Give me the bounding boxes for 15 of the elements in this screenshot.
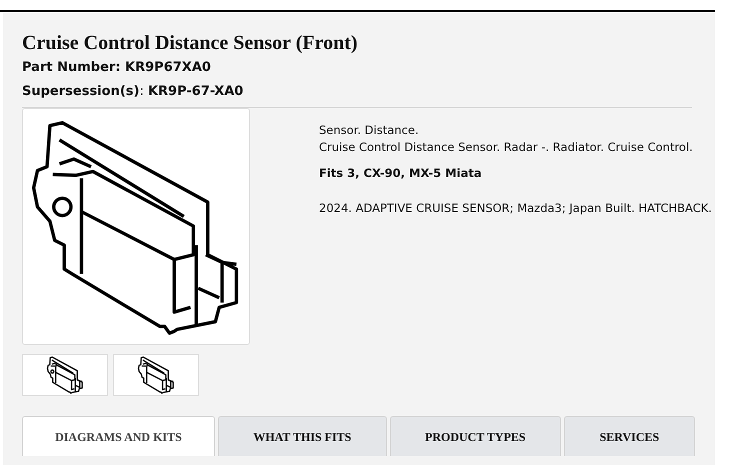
supersession: Supersession(s): KR9P-67-XA0 (22, 83, 244, 101)
sensor-icon (45, 356, 85, 394)
tab[interactable]: WHAT THIS FITS (218, 416, 387, 456)
thumbnail-button[interactable] (22, 354, 108, 396)
product-title: Cruise Control Distance Sensor (Front) (22, 31, 359, 55)
part-number: Part Number: KR9P67XA0 (22, 59, 212, 77)
thumbnail-button[interactable] (113, 354, 199, 396)
sensor-icon (136, 356, 176, 394)
tab[interactable]: DIAGRAMS AND KITS (22, 416, 215, 456)
notes-text: 2024. ADAPTIVE CRUISE SENSOR; Mazda3; Japan Built. HATCHBACK. (319, 200, 712, 217)
description-line: Cruise Control Distance Sensor. Radar -. Radiator. Cruise Control. (319, 139, 694, 156)
tab[interactable]: PRODUCT TYPES (390, 416, 561, 456)
tab[interactable]: SERVICES (564, 416, 696, 456)
description-line: Sensor. Distance. (319, 122, 420, 139)
fits-text: Fits 3, CX-90, MX-5 Miata (319, 165, 483, 182)
